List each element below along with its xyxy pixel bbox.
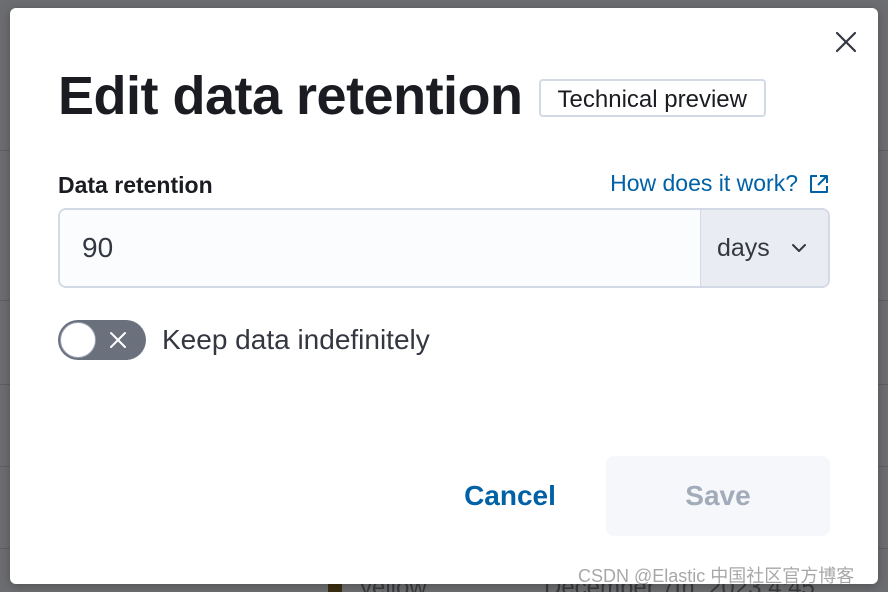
watermark-text: CSDN @Elastic 中国社区官方博客 (578, 566, 855, 586)
retention-value-input[interactable] (60, 210, 700, 286)
retention-unit-value: days (717, 233, 770, 262)
chevron-down-icon (792, 244, 806, 252)
keep-data-indefinitely-label[interactable]: Keep data indefinitely (162, 324, 430, 356)
technical-preview-badge: Technical preview (538, 79, 766, 117)
switch-knob (60, 322, 96, 358)
help-link-text: How does it work? (610, 170, 798, 196)
close-icon (835, 31, 857, 53)
how-does-it-work-link[interactable]: How does it work? (610, 170, 830, 197)
edit-data-retention-modal: Edit data retention Technical preview Da… (10, 8, 878, 584)
modal-header: Edit data retention Technical preview (58, 64, 766, 128)
external-link-icon (810, 174, 828, 193)
keep-data-indefinitely-switch[interactable] (58, 320, 146, 360)
retention-unit-select[interactable]: days (700, 210, 828, 286)
switch-off-x-icon (110, 332, 126, 348)
data-retention-label: Data retention (58, 172, 213, 198)
keep-indefinitely-row: Keep data indefinitely (58, 320, 430, 360)
data-retention-input-group: days (58, 208, 830, 288)
cancel-button[interactable]: Cancel (450, 458, 570, 534)
modal-title: Edit data retention (58, 66, 523, 126)
close-button[interactable] (832, 28, 860, 56)
save-button[interactable]: Save (606, 456, 830, 536)
